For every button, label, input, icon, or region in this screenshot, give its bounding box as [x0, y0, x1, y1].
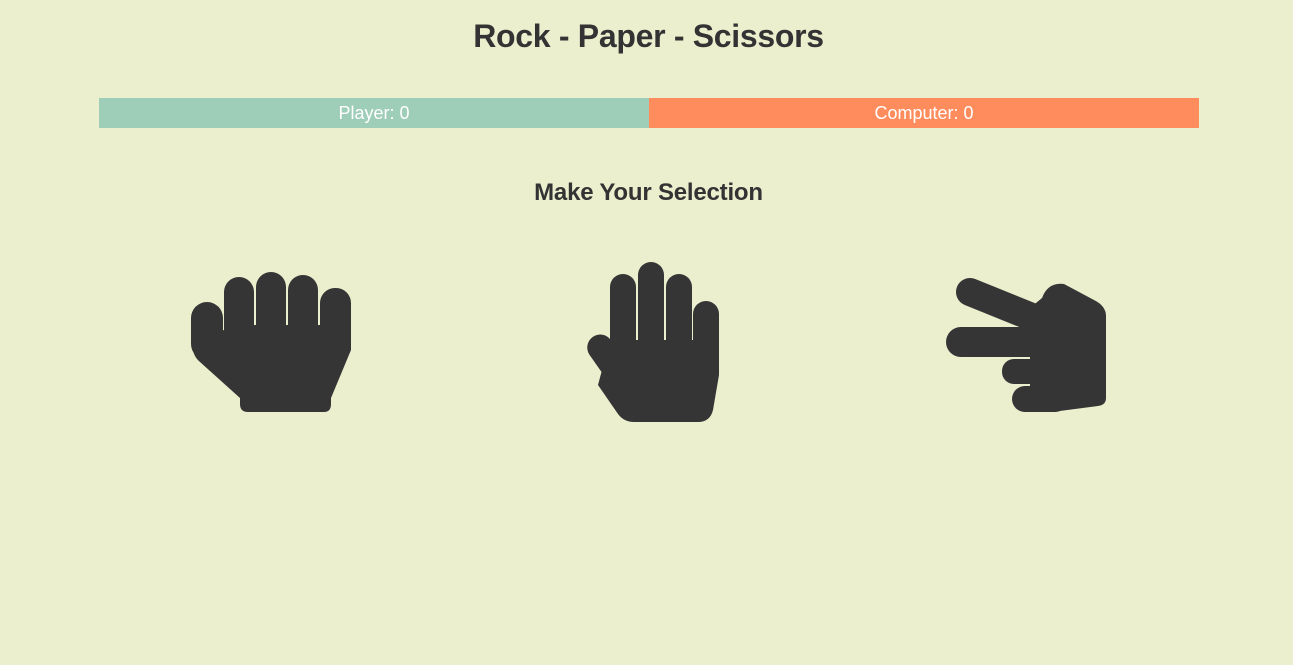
- paper-button[interactable]: [576, 260, 722, 425]
- hand-paper-icon: [587, 262, 719, 422]
- scoreboard: Player: 0 Computer: 0: [99, 98, 1199, 128]
- computer-score: Computer: 0: [649, 98, 1199, 128]
- scissors-button[interactable]: [944, 268, 1110, 416]
- hand-scissors-icon: [946, 278, 1106, 412]
- page-title: Rock - Paper - Scissors: [473, 18, 824, 54]
- player-score: Player: 0: [99, 98, 649, 128]
- rock-button[interactable]: [190, 270, 355, 415]
- hand-rock-icon: [191, 272, 351, 412]
- selection-heading: Make Your Selection: [534, 179, 763, 206]
